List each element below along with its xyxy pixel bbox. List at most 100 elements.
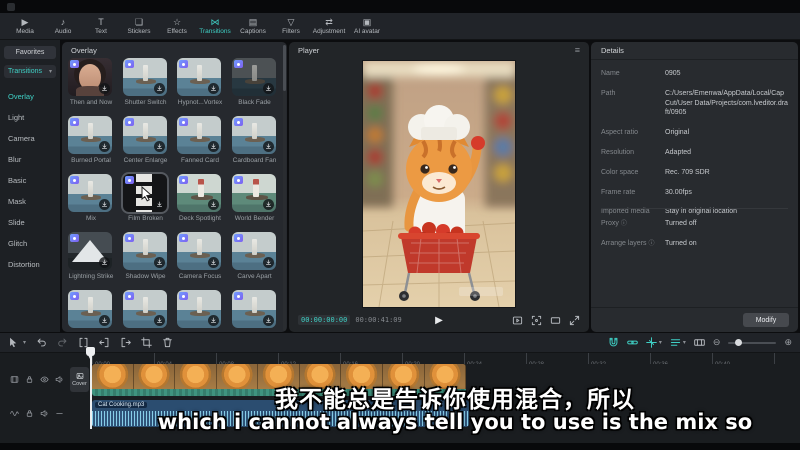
transition-item[interactable]: Lightning Strike [68,232,114,281]
info-icon[interactable]: ⓘ [649,241,655,247]
transition-thumbnail[interactable] [177,116,221,154]
transition-thumbnail[interactable] [68,290,112,328]
track-height-caret-icon[interactable]: ▾ [683,339,686,346]
sidebar-category-item[interactable]: Distortion [0,254,60,275]
transition-thumbnail[interactable] [123,174,167,212]
transition-thumbnail[interactable] [232,290,276,328]
transition-thumbnail[interactable] [177,174,221,212]
mute-icon[interactable] [55,375,64,384]
transition-item[interactable]: Carve Apart [232,232,278,281]
toolbar-item[interactable]: ☆ Effects [158,13,196,39]
toolbar-item[interactable]: ⇄ Adjustment [310,13,348,39]
crop-icon[interactable] [141,337,152,348]
info-icon[interactable]: ⓘ [621,221,627,227]
link-icon[interactable] [627,337,638,348]
transition-thumbnail[interactable] [123,290,167,328]
sidebar-category-item[interactable]: Camera [0,128,60,149]
select-tool-caret-icon[interactable]: ▾ [23,339,26,346]
transition-thumbnail[interactable] [68,174,112,212]
transition-item[interactable]: Center Enlarge [123,116,169,165]
delete-left-icon[interactable] [99,337,110,348]
fullscreen-icon[interactable] [569,315,580,326]
sidebar-category-item[interactable]: Basic [0,170,60,191]
preview-axis-caret-icon[interactable]: ▾ [659,339,662,346]
lock-icon[interactable] [25,409,34,418]
toolbar-item[interactable]: ▣ AI avatar [348,13,386,39]
select-tool-icon[interactable] [8,337,19,348]
snap-icon[interactable] [608,337,619,348]
transition-item[interactable]: Film Broken [123,174,169,223]
timeline-ruler[interactable]: 00:0000:0400:0800:1200:1600:2000:2400:28… [92,353,800,364]
fit-screen-icon[interactable] [531,315,542,326]
playhead-handle[interactable] [86,347,95,356]
transition-item[interactable]: Hypnot...Vortex [177,58,223,107]
aspect-ratio-icon[interactable] [550,315,561,326]
transition-thumbnail[interactable] [177,232,221,270]
transition-item[interactable] [123,290,169,332]
cover-button[interactable]: Cover [70,367,89,392]
sidebar-category-item[interactable]: Overlay [0,86,60,107]
transition-item[interactable]: Then and Now [68,58,114,107]
transition-item[interactable]: Fanned Card [177,116,223,165]
hide-icon[interactable] [40,375,49,384]
transition-item[interactable]: Mix [68,174,114,223]
zoom-slider-knob[interactable] [735,339,742,346]
transition-thumbnail[interactable] [177,58,221,96]
transition-item[interactable] [68,290,114,332]
category-dropdown[interactable]: Transitions ▾ [4,65,56,78]
transition-item[interactable]: Deck Spotlight [177,174,223,223]
delete-icon[interactable] [162,337,173,348]
undo-icon[interactable] [36,337,47,348]
sidebar-category-item[interactable]: Slide [0,212,60,233]
zoom-out-icon[interactable]: ⊖ [713,337,721,348]
playhead[interactable] [90,347,92,429]
sidebar-category-item[interactable]: Light [0,107,60,128]
transition-thumbnail[interactable] [232,58,276,96]
transition-item[interactable]: Cardboard Fan [232,116,278,165]
sidebar-category-item[interactable]: Mask [0,191,60,212]
redo-icon[interactable] [57,337,68,348]
transition-item[interactable]: Shutter Switch [123,58,169,107]
toolbar-item[interactable]: ▶ Media [6,13,44,39]
transition-thumbnail[interactable] [68,232,112,270]
sidebar-category-item[interactable]: Blur [0,149,60,170]
toolbar-item[interactable]: ⋈ Transitions [196,13,234,39]
library-scrollbar[interactable] [283,45,286,331]
toolbar-item[interactable]: ♪ Audio [44,13,82,39]
toolbar-item[interactable]: ▤ Captions [234,13,272,39]
lock-icon[interactable] [25,375,34,384]
play-button[interactable]: ▶ [435,315,443,326]
transition-thumbnail[interactable] [123,116,167,154]
transition-item[interactable]: Black Fade [232,58,278,107]
transition-thumbnail[interactable] [68,58,112,96]
favorites-button[interactable]: Favorites [4,46,56,59]
transition-item[interactable]: Shadow Wipe [123,232,169,281]
toolbar-item[interactable]: ▽ Filters [272,13,310,39]
transition-item[interactable]: World Bender [232,174,278,223]
mute-icon[interactable] [40,409,49,418]
transition-thumbnail[interactable] [177,290,221,328]
transition-thumbnail[interactable] [232,174,276,212]
transition-item[interactable] [232,290,278,332]
transition-thumbnail[interactable] [232,116,276,154]
preview-mode-icon[interactable] [512,315,523,326]
transition-item[interactable] [177,290,223,332]
sidebar-category-item[interactable]: Glitch [0,233,60,254]
collapse-icon[interactable] [55,409,64,418]
preview-axis-icon[interactable] [646,337,657,348]
render-preview-icon[interactable] [694,337,705,348]
transition-thumbnail[interactable] [68,116,112,154]
player-menu-icon[interactable]: ≡ [575,45,580,55]
toolbar-item[interactable]: T Text [82,13,120,39]
delete-right-icon[interactable] [120,337,131,348]
toolbar-item[interactable]: ❏ Stickers [120,13,158,39]
transition-thumbnail[interactable] [123,232,167,270]
modify-button[interactable]: Modify [743,313,789,327]
transition-item[interactable]: Camera Focus [177,232,223,281]
transition-thumbnail[interactable] [232,232,276,270]
transition-thumbnail[interactable] [123,58,167,96]
timeline-zoom-slider[interactable] [728,342,776,344]
transition-item[interactable]: Burned Portal [68,116,114,165]
zoom-in-icon[interactable]: ⊕ [784,337,792,348]
track-height-icon[interactable] [670,337,681,348]
